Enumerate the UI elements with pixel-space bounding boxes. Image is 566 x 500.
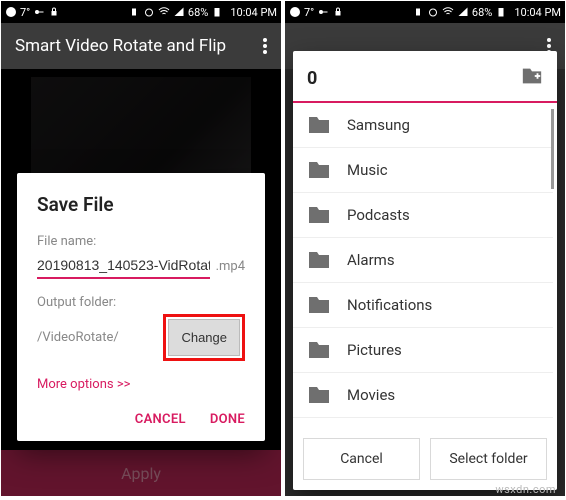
- filename-label: File name:: [37, 234, 245, 249]
- key-icon: [33, 6, 45, 18]
- folder-row[interactable]: Pictures: [293, 328, 553, 373]
- folder-row[interactable]: Alarms: [293, 238, 553, 283]
- new-folder-button[interactable]: [521, 65, 543, 91]
- app-title: Smart Video Rotate and Flip: [15, 36, 263, 56]
- watermark: wsxdn.com: [495, 483, 556, 496]
- folder-add-icon: [521, 65, 543, 87]
- folder-picker-dialog: 0 Samsung Music Podcasts Alarms Notifica…: [293, 51, 557, 490]
- battery-pct: 68%: [472, 6, 492, 19]
- dialog-title: Save File: [37, 193, 245, 216]
- folder-icon: [307, 158, 331, 182]
- vibrate-icon: [412, 6, 424, 18]
- spotify-icon: [289, 6, 301, 18]
- folder-icon: [307, 293, 331, 317]
- folder-icon: [307, 383, 331, 407]
- file-extension: .mp4: [216, 259, 245, 274]
- output-folder-value: /VideoRotate/: [37, 330, 119, 345]
- battery-pct: 68%: [188, 6, 208, 19]
- filename-input[interactable]: [37, 253, 210, 279]
- temp-badge: 7°: [20, 6, 30, 19]
- vibrate-icon: [128, 6, 140, 18]
- highlight-frame: Change: [163, 314, 245, 361]
- spotify-icon: [5, 6, 17, 18]
- folder-row[interactable]: Movies: [293, 373, 553, 418]
- app-bar: Smart Video Rotate and Flip: [1, 23, 281, 69]
- lock-icon: [332, 6, 344, 18]
- temp-badge: 7°: [304, 6, 314, 19]
- output-folder-label: Output folder:: [37, 295, 245, 310]
- cancel-button[interactable]: CANCEL: [135, 412, 186, 427]
- signal-icon: [173, 6, 185, 18]
- phone-left: 7° 68% 10:04 PM Smart Video Rotate and F…: [1, 1, 281, 496]
- folder-icon: [307, 338, 331, 362]
- folder-row[interactable]: Samsung: [293, 103, 553, 148]
- battery-icon: [211, 6, 223, 18]
- status-bar: 7° 68% 10:04 PM: [285, 1, 565, 23]
- alarm-icon: [427, 6, 439, 18]
- wifi-icon: [158, 6, 170, 18]
- clock: 10:04 PM: [514, 6, 561, 19]
- folder-icon: [307, 248, 331, 272]
- change-folder-button[interactable]: Change: [168, 319, 240, 356]
- key-icon: [317, 6, 329, 18]
- wifi-icon: [442, 6, 454, 18]
- folder-row[interactable]: Music: [293, 148, 553, 193]
- save-file-dialog: Save File File name: .mp4 Output folder:…: [17, 173, 265, 441]
- folder-icon: [307, 203, 331, 227]
- status-bar: 7° 68% 10:04 PM: [1, 1, 281, 23]
- signal-icon: [457, 6, 469, 18]
- done-button[interactable]: DONE: [210, 412, 245, 427]
- path-depth: 0: [307, 68, 317, 89]
- clock: 10:04 PM: [230, 6, 277, 19]
- picker-cancel-button[interactable]: Cancel: [303, 438, 420, 480]
- folder-icon: [307, 113, 331, 137]
- alarm-icon: [143, 6, 155, 18]
- battery-icon: [495, 6, 507, 18]
- overflow-menu-button[interactable]: [263, 38, 267, 54]
- folder-list[interactable]: Samsung Music Podcasts Alarms Notificati…: [293, 103, 557, 428]
- more-options-link[interactable]: More options >>: [37, 377, 245, 392]
- lock-icon: [48, 6, 60, 18]
- phone-right: 7° 68% 10:04 PM 0: [285, 1, 565, 496]
- folder-row[interactable]: Podcasts: [293, 193, 553, 238]
- picker-select-button[interactable]: Select folder: [430, 438, 547, 480]
- folder-row[interactable]: Download: [293, 418, 553, 428]
- folder-row[interactable]: Notifications: [293, 283, 553, 328]
